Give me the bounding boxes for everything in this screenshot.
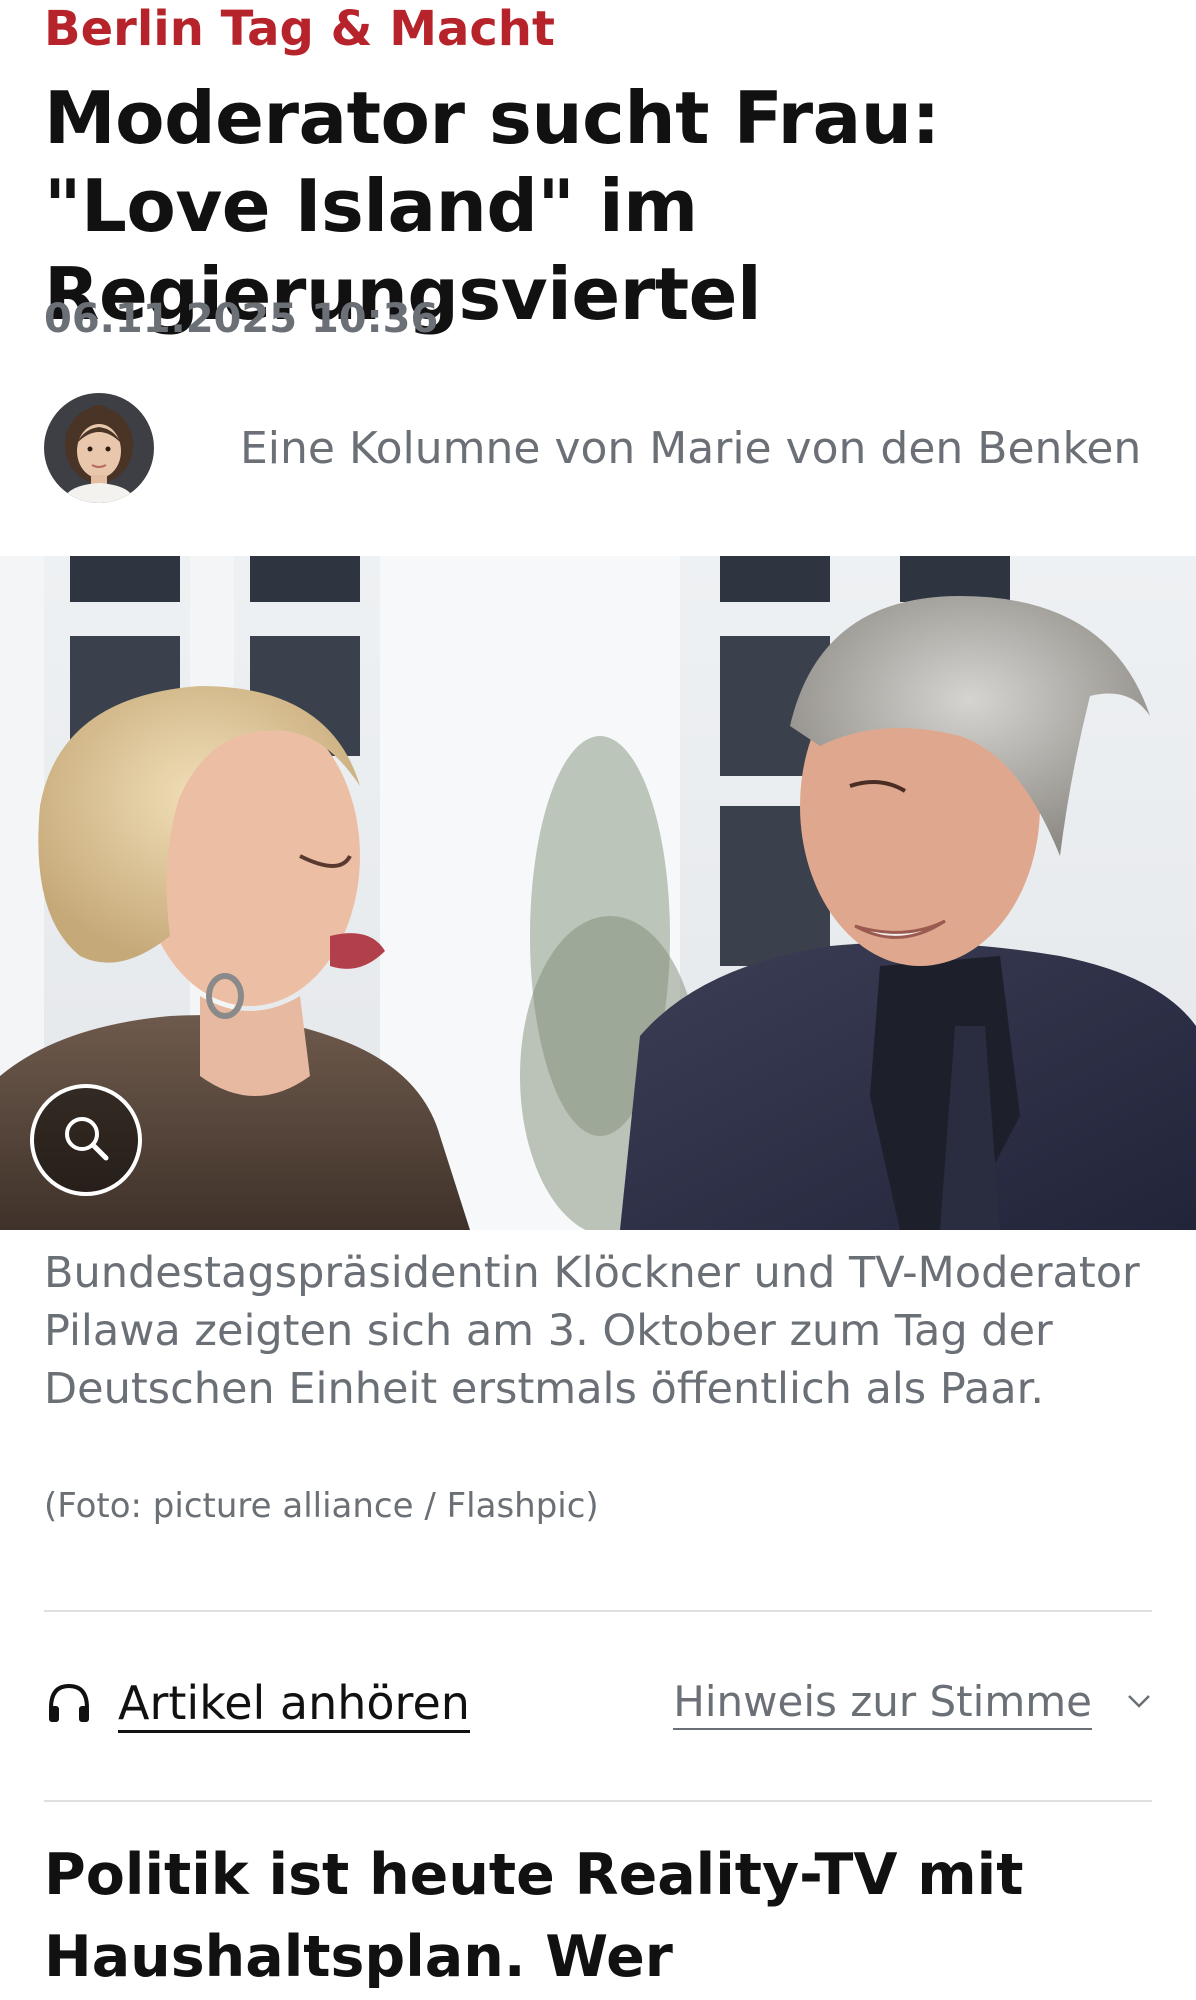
voice-note-label: Hinweis zur Stimme [673, 1676, 1092, 1730]
listen-article-label: Artikel anhören [118, 1676, 470, 1733]
divider [44, 1610, 1152, 1612]
headphones-icon [44, 1678, 94, 1732]
author-byline[interactable]: Eine Kolumne von Marie von den Benken [44, 392, 1141, 504]
image-credit: (Foto: picture alliance / Flashpic) [44, 1486, 599, 1526]
magnifier-icon [56, 1108, 116, 1172]
article-hero-image[interactable] [0, 556, 1196, 1230]
image-zoom-button[interactable] [30, 1084, 142, 1196]
author-name[interactable]: Eine Kolumne von Marie von den Benken [240, 423, 1141, 474]
author-avatar[interactable] [44, 393, 154, 503]
article-page: Berlin Tag & Macht Moderator sucht Frau:… [0, 0, 1196, 2000]
publish-timestamp: 06.11.2025 10:36 [44, 296, 439, 342]
audio-player-bar: Artikel anhören Hinweis zur Stimme [44, 1676, 1152, 1742]
voice-note-toggle[interactable]: Hinweis zur Stimme [673, 1676, 1152, 1730]
image-caption: Bundestagspräsidentin Klöckner und TV-Mo… [44, 1248, 1140, 1414]
listen-article-button[interactable]: Artikel anhören [44, 1676, 470, 1733]
article-lead: Politik ist heute Reality-TV mit Haushal… [44, 1842, 1024, 1990]
chevron-down-icon [1126, 1692, 1152, 1714]
article-kicker[interactable]: Berlin Tag & Macht [44, 0, 555, 58]
divider [44, 1800, 1152, 1802]
